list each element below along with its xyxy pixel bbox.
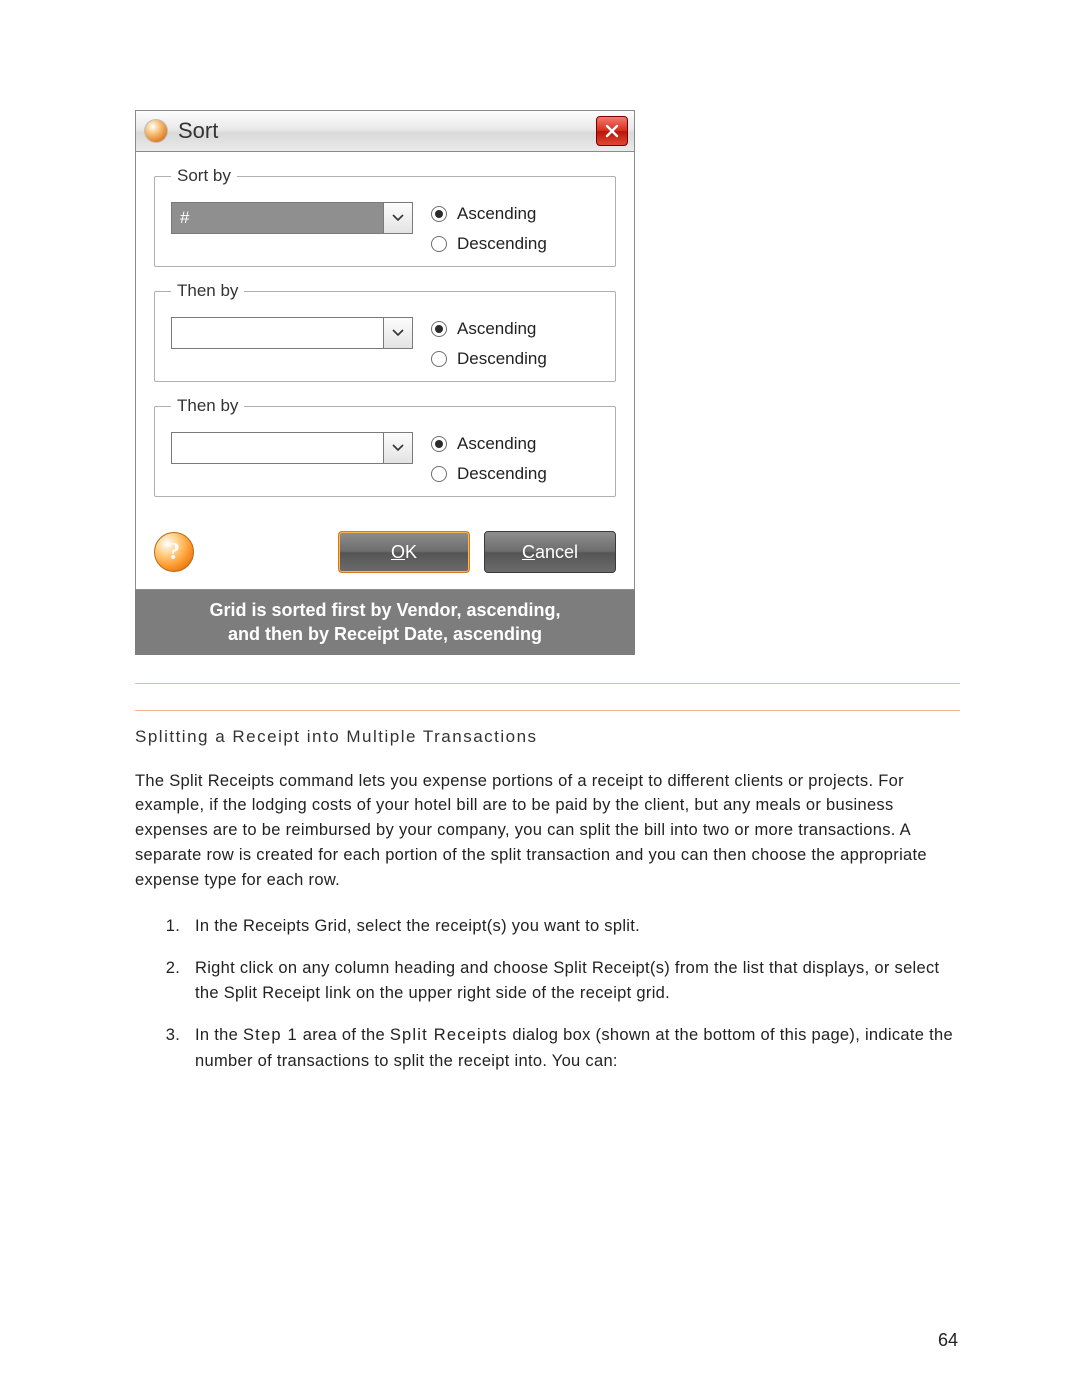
descending-label: Descending: [457, 234, 547, 254]
sort-by-group: Sort by # Ascending: [154, 166, 616, 267]
then-by-dropdown-button-1[interactable]: [383, 318, 412, 348]
ok-button[interactable]: OK: [338, 531, 470, 573]
sort-dialog-figure: Sort Sort by #: [135, 110, 635, 655]
dialog-titlebar: Sort: [136, 111, 634, 152]
then-by-dropdown-button-2[interactable]: [383, 433, 412, 463]
app-icon: [144, 119, 168, 143]
then-by-1-ascending-radio[interactable]: Ascending: [431, 319, 547, 339]
ascending-label: Ascending: [457, 434, 536, 454]
section-heading: Splitting a Receipt into Multiple Transa…: [135, 727, 960, 747]
then-by-2-descending-radio[interactable]: Descending: [431, 464, 547, 484]
sort-dialog: Sort Sort by #: [135, 110, 635, 590]
caption-line-1: Grid is sorted first by Vendor, ascendin…: [151, 598, 619, 622]
then-by-1-descending-radio[interactable]: Descending: [431, 349, 547, 369]
page-number: 64: [938, 1330, 958, 1351]
keyword-step1: Step 1: [243, 1026, 298, 1044]
then-by-group-1: Then by Ascending: [154, 281, 616, 382]
divider: [135, 710, 960, 711]
sort-by-ascending-radio[interactable]: Ascending: [431, 204, 547, 224]
sort-by-combo[interactable]: #: [171, 202, 413, 234]
then-by-2-ascending-radio[interactable]: Ascending: [431, 434, 547, 454]
then-by-combo-1[interactable]: [171, 317, 413, 349]
ascending-label: Ascending: [457, 204, 536, 224]
then-by-legend-1: Then by: [171, 281, 244, 301]
radio-icon: [431, 466, 447, 482]
intro-paragraph: The Split Receipts command lets you expe…: [135, 769, 960, 893]
radio-icon: [431, 436, 447, 452]
sort-by-legend: Sort by: [171, 166, 237, 186]
divider: [135, 683, 960, 684]
cancel-button[interactable]: Cancel: [484, 531, 616, 573]
cancel-label: ancel: [535, 542, 578, 562]
then-by-value-2: [172, 433, 383, 463]
chevron-down-icon: [392, 214, 404, 222]
descending-label: Descending: [457, 464, 547, 484]
dialog-body: Sort by # Ascending: [136, 152, 634, 521]
then-by-group-2: Then by Ascending: [154, 396, 616, 497]
help-icon[interactable]: ?: [154, 532, 194, 572]
close-icon: [605, 124, 619, 138]
radio-icon: [431, 321, 447, 337]
chevron-down-icon: [392, 329, 404, 337]
radio-icon: [431, 236, 447, 252]
steps-list: In the Receipts Grid, select the receipt…: [135, 914, 960, 1074]
then-by-combo-2[interactable]: [171, 432, 413, 464]
figure-caption: Grid is sorted first by Vendor, ascendin…: [135, 590, 635, 655]
step-2: Right click on any column heading and ch…: [185, 956, 960, 1007]
then-by-legend-2: Then by: [171, 396, 244, 416]
dialog-footer: ? OK Cancel: [136, 521, 634, 589]
radio-icon: [431, 206, 447, 222]
cancel-mnemonic: C: [522, 542, 535, 562]
then-by-value-1: [172, 318, 383, 348]
ok-label: K: [405, 542, 417, 562]
sort-by-value: #: [172, 203, 383, 233]
descending-label: Descending: [457, 349, 547, 369]
close-button[interactable]: [596, 116, 628, 146]
step-3: In the Step 1 area of the Split Receipts…: [185, 1023, 960, 1074]
dialog-title: Sort: [178, 118, 218, 144]
ascending-label: Ascending: [457, 319, 536, 339]
keyword-split-receipts: Split Receipts: [390, 1026, 508, 1044]
chevron-down-icon: [392, 444, 404, 452]
step-1: In the Receipts Grid, select the receipt…: [185, 914, 960, 940]
ok-mnemonic: O: [391, 542, 405, 562]
radio-icon: [431, 351, 447, 367]
caption-line-2: and then by Receipt Date, ascending: [151, 622, 619, 646]
sort-by-descending-radio[interactable]: Descending: [431, 234, 547, 254]
sort-by-dropdown-button[interactable]: [383, 203, 412, 233]
